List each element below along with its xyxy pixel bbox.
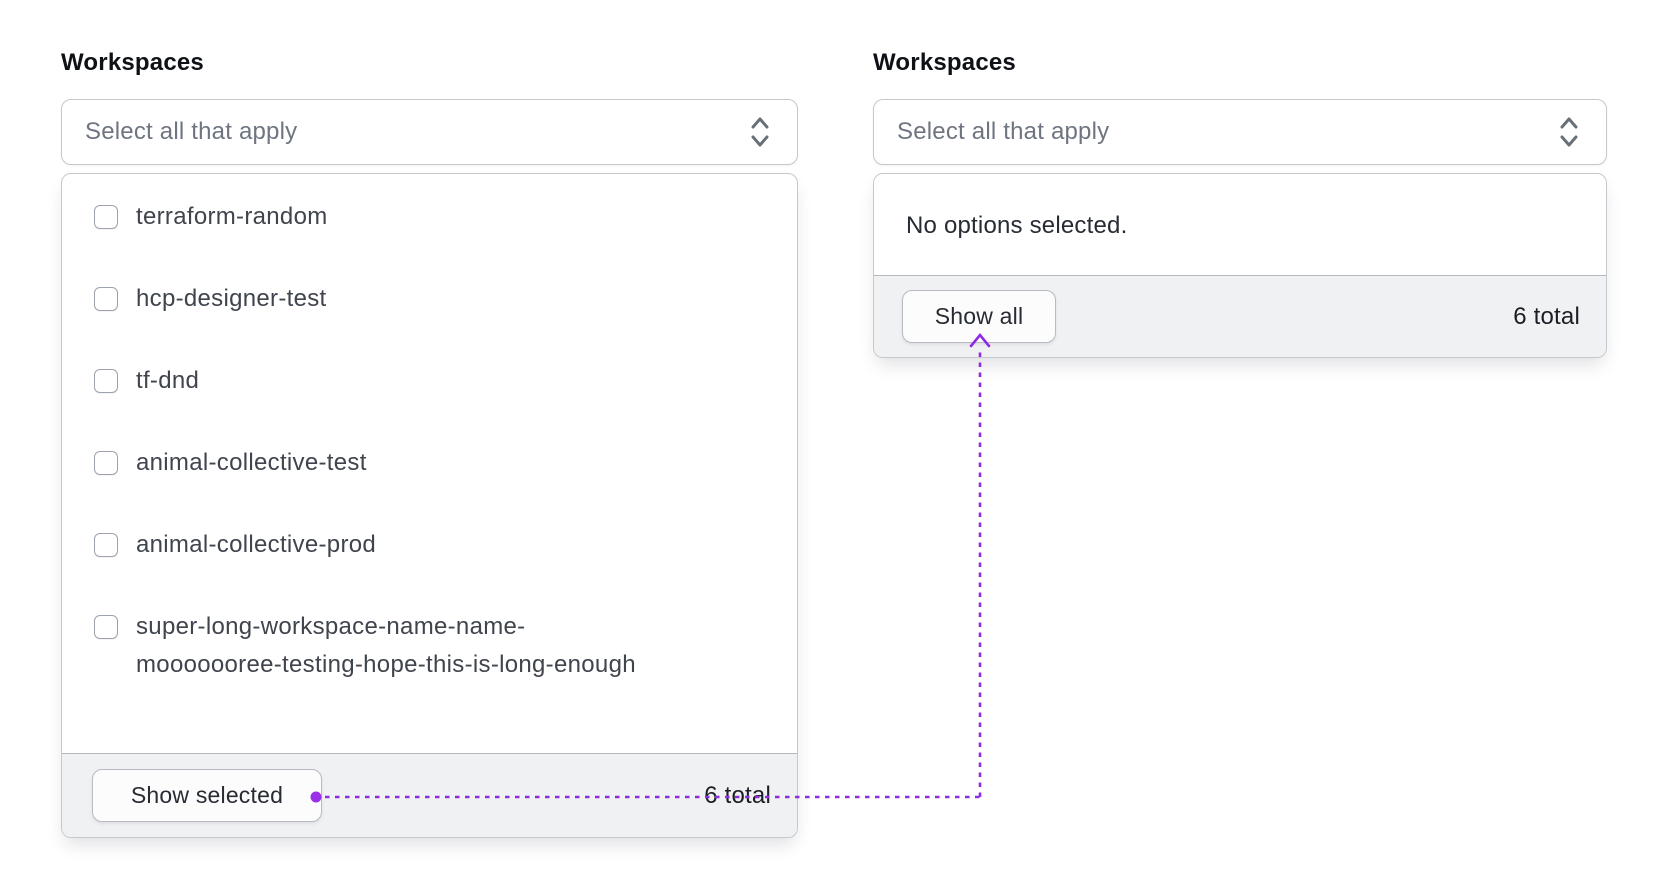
dropdown-footer: Show all 6 total <box>874 275 1606 357</box>
options-dropdown-panel: No options selected. Show all 6 total <box>873 173 1607 358</box>
up-down-chevron-icon <box>1558 114 1580 150</box>
workspaces-label: Workspaces <box>61 49 204 76</box>
option-row[interactable]: animal-collective-prod <box>94 504 773 586</box>
option-checkbox[interactable] <box>94 205 118 229</box>
option-checkbox[interactable] <box>94 533 118 557</box>
option-row[interactable]: animal-collective-test <box>94 422 773 504</box>
workspaces-label: Workspaces <box>873 49 1016 76</box>
workspaces-multiselect-empty-state: Workspaces Select all that apply No opti… <box>873 50 1607 358</box>
option-label: super-long-workspace-name-name-moooooore… <box>136 613 636 678</box>
option-checkbox[interactable] <box>94 615 118 639</box>
option-checkbox[interactable] <box>94 451 118 475</box>
select-placeholder: Select all that apply <box>897 118 1110 145</box>
options-list: terraform-random hcp-designer-test tf-dn… <box>62 174 797 706</box>
option-row[interactable]: terraform-random <box>94 176 773 258</box>
workspaces-multiselect-expanded: Workspaces Select all that apply terrafo… <box>61 50 798 838</box>
option-label: hcp-designer-test <box>136 285 327 312</box>
empty-state-message: No options selected. <box>906 211 1128 239</box>
dropdown-footer: Show selected 6 total <box>62 753 797 837</box>
show-selected-button[interactable]: Show selected <box>92 769 322 822</box>
total-count-label: 6 total <box>1513 302 1580 330</box>
option-label: tf-dnd <box>136 367 200 394</box>
option-label: animal-collective-prod <box>136 531 377 558</box>
total-count-label: 6 total <box>704 781 771 809</box>
option-row[interactable]: tf-dnd <box>94 340 773 422</box>
workspaces-select-trigger[interactable]: Select all that apply <box>873 99 1607 165</box>
up-down-chevron-icon <box>749 114 771 150</box>
options-dropdown-panel: terraform-random hcp-designer-test tf-dn… <box>61 173 798 838</box>
option-checkbox[interactable] <box>94 287 118 311</box>
option-row[interactable]: hcp-designer-test <box>94 258 773 340</box>
show-all-button[interactable]: Show all <box>902 290 1056 343</box>
option-row[interactable]: super-long-workspace-name-name-moooooore… <box>94 586 773 706</box>
option-checkbox[interactable] <box>94 369 118 393</box>
option-label: animal-collective-test <box>136 449 367 476</box>
select-placeholder: Select all that apply <box>85 118 298 145</box>
workspaces-select-trigger[interactable]: Select all that apply <box>61 99 798 165</box>
option-label: terraform-random <box>136 203 328 230</box>
